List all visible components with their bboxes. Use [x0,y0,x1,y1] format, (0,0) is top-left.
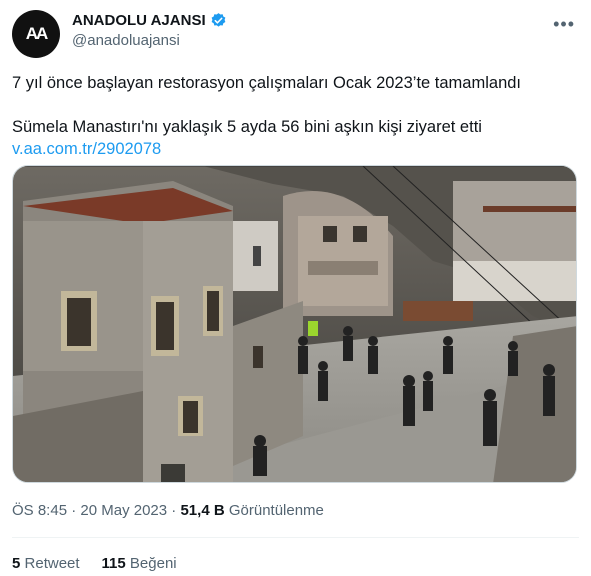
tweet-time[interactable]: ÖS 8:45 [12,502,67,519]
tweet-photo[interactable] [12,165,577,483]
author-display-name[interactable]: ANADOLU AJANSI [72,12,206,29]
avatar-logo: AA [25,24,49,43]
tweet-link[interactable]: v.aa.com.tr/2902078 [12,140,161,158]
tweet-date[interactable]: 20 May 2023 [80,502,167,519]
meta-separator: · [71,502,81,519]
views-count: 51,4 B [180,502,225,519]
tweet-meta: ÖS 8:45 · 20 May 2023 · 51,4 B Görüntüle… [12,502,324,519]
divider [12,537,579,538]
retweets-count: 5 [12,555,21,572]
name-row: ANADOLU AJANSI [72,12,227,29]
more-icon[interactable]: ••• [553,14,575,35]
likes-count: 115 [101,555,126,572]
photo-illustration [13,166,576,482]
avatar[interactable]: AA [12,10,60,58]
author-handle[interactable]: @anadoluajansi [72,32,227,49]
retweets-label: Retweet [24,555,80,572]
tweet-header: AA ANADOLU AJANSI @anadoluajansi ••• [12,8,579,60]
tweet-line-2: Sümela Manastırı'nı yaklaşık 5 ayda 56 b… [12,118,482,136]
verified-badge-icon [211,13,225,27]
author-block: ANADOLU AJANSI @anadoluajansi [72,12,227,49]
views-label: Görüntülenme [228,502,324,519]
tweet-text: 7 yıl önce başlayan restorasyon çalışmal… [12,72,572,160]
likes-label: Beğeni [129,555,177,572]
tweet-line-1: 7 yıl önce başlayan restorasyon çalışmal… [12,74,522,92]
likes-stat[interactable]: 115 Beğeni [102,555,177,572]
retweets-stat[interactable]: 5 Retweet [12,555,80,572]
tweet-stats: 5 Retweet 115 Beğeni [12,555,177,572]
